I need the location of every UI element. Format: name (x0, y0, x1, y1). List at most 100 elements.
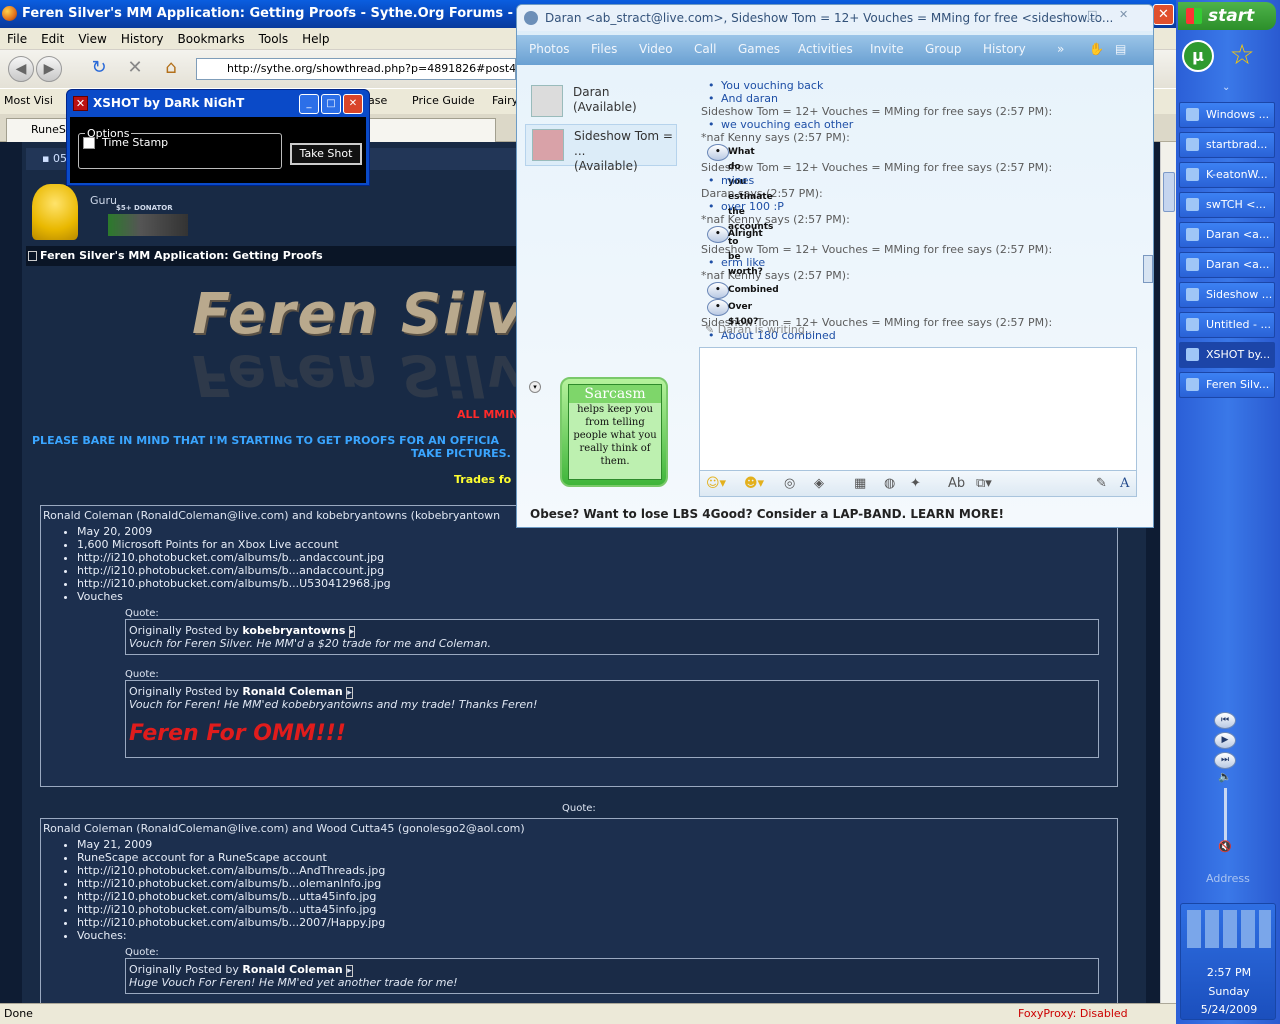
scrollbar-thumb[interactable] (1163, 172, 1175, 212)
start-button[interactable]: start (1178, 2, 1276, 30)
image-link[interactable]: http://i210.photobucket.com/albums/b...u… (77, 890, 1117, 903)
menu-call[interactable]: Call (694, 42, 716, 56)
quote-author[interactable]: Ronald Coleman (242, 963, 342, 976)
utorrent-icon[interactable]: µ (1182, 40, 1214, 72)
nudge-icon[interactable]: ◈ (814, 476, 824, 491)
collapse-icon[interactable]: ▾ (529, 381, 541, 393)
activity-icon[interactable]: ✋ (1089, 42, 1104, 56)
send-files-icon[interactable]: ⧉▾ (976, 476, 992, 491)
backgrounds-icon[interactable]: ▦ (854, 476, 866, 491)
menu-history[interactable]: History (983, 42, 1026, 56)
image-link[interactable]: http://i210.photobucket.com/albums/b...a… (77, 564, 1117, 577)
contact-name: Sideshow Tom = ... (574, 129, 673, 158)
taskbar-button[interactable]: Sideshow ... (1179, 282, 1275, 308)
message-input[interactable] (699, 347, 1137, 471)
trades-heading: Trades fo (454, 473, 512, 486)
menu-video[interactable]: Video (639, 42, 673, 56)
menu-group[interactable]: Group (925, 42, 962, 56)
scrollbar-thumb[interactable] (1143, 255, 1153, 283)
close-window-button[interactable]: ✕ (1153, 4, 1174, 25)
taskbar-button[interactable]: XSHOT by... (1179, 342, 1275, 368)
conversation-scrollbar[interactable] (1143, 85, 1153, 315)
chevron-down-icon[interactable]: ⌄ (1222, 82, 1230, 93)
forward-button[interactable]: ▶ (36, 56, 62, 82)
mute-icon[interactable]: 🔇 (1218, 840, 1232, 853)
menu-photos[interactable]: Photos (529, 42, 569, 56)
next-track-button[interactable]: ⏭ (1214, 752, 1236, 769)
message-text: And daran (701, 92, 1145, 105)
taskbar-button[interactable]: Daran <a... (1179, 252, 1275, 278)
maximize-button[interactable]: □ (1087, 8, 1097, 21)
image-link[interactable]: http://i210.photobucket.com/albums/b...u… (77, 903, 1117, 916)
bookmark-release[interactable]: ase (368, 94, 387, 107)
games-icon[interactable]: ✦ (910, 476, 921, 491)
menu-games[interactable]: Games (738, 42, 780, 56)
close-button[interactable]: ✕ (343, 94, 363, 114)
wink-icon[interactable]: ☻▾ (744, 476, 764, 491)
timestamp-checkbox[interactable] (83, 137, 95, 149)
minimize-button[interactable]: _ (299, 94, 319, 114)
image-link[interactable]: http://i210.photobucket.com/albums/b...U… (77, 577, 1117, 590)
back-button[interactable]: ◀ (8, 56, 34, 82)
menu-files[interactable]: Files (591, 42, 617, 56)
foxyproxy-status[interactable]: FoxyProxy: Disabled (1018, 1004, 1128, 1023)
spellcheck-icon[interactable]: Ab (948, 476, 965, 491)
menu-history[interactable]: History (114, 28, 171, 50)
taskbar-button[interactable]: swTCH <... (1179, 192, 1275, 218)
quote-author[interactable]: kobebryantowns (242, 624, 345, 637)
close-button[interactable]: ✕ (1119, 8, 1128, 21)
bookmark-most-visited[interactable]: Most Visi (4, 94, 53, 107)
menu-help[interactable]: Help (295, 28, 336, 50)
menu-invite[interactable]: Invite (870, 42, 904, 56)
options-icon[interactable]: ▤ (1115, 42, 1126, 56)
voice-clip-icon[interactable]: ◎ (784, 476, 795, 491)
home-icon[interactable]: ⌂ (158, 56, 184, 82)
maximize-button[interactable]: □ (321, 94, 341, 114)
taskbar-button-label: Windows ... (1206, 108, 1270, 121)
taskbar-button[interactable]: Daran <a... (1179, 222, 1275, 248)
menu-activities[interactable]: Activities (798, 42, 853, 56)
tray-icons[interactable] (1187, 910, 1271, 948)
minimize-button[interactable]: — (1061, 8, 1072, 21)
taskbar-button[interactable]: Feren Silv... (1179, 372, 1275, 398)
reload-icon[interactable]: ↻ (86, 56, 112, 82)
taskbar-button[interactable]: startbrad... (1179, 132, 1275, 158)
address-label[interactable]: Address (1206, 872, 1250, 885)
taskbar-button[interactable]: K-eatonW... (1179, 162, 1275, 188)
menu-tools[interactable]: Tools (252, 28, 296, 50)
sound-icon[interactable]: ◍ (884, 476, 895, 491)
contact-daran[interactable]: Daran (Available) (525, 81, 677, 123)
font-icon[interactable]: A (1120, 476, 1129, 491)
previous-track-button[interactable]: ⏮ (1214, 712, 1236, 729)
advertisement-link[interactable]: Obese? Want to lose LBS 4Good? Consider … (530, 507, 1004, 521)
stop-icon[interactable]: ✕ (122, 56, 148, 82)
contact-sideshow-tom[interactable]: Sideshow Tom = ... (Available) (525, 124, 677, 173)
aim-icon[interactable]: ☆ (1226, 40, 1258, 72)
bookmark-price-guide[interactable]: Price Guide (412, 94, 475, 107)
more-menu-icon[interactable]: » (1057, 42, 1064, 56)
take-shot-button[interactable]: Take Shot (290, 143, 362, 165)
volume-slider[interactable] (1224, 788, 1227, 848)
taskbar-button[interactable]: Untitled - ... (1179, 312, 1275, 338)
emoticon-icon[interactable]: ☺▾ (706, 476, 726, 491)
volume-icon[interactable]: 🔈 (1218, 770, 1232, 783)
taskbar-button[interactable]: Windows ... (1179, 102, 1275, 128)
play-button[interactable]: ▶ (1214, 732, 1236, 749)
menu-bookmarks[interactable]: Bookmarks (171, 28, 252, 50)
image-link[interactable]: http://i210.photobucket.com/albums/b...2… (77, 916, 1117, 929)
quote-author[interactable]: Ronald Coleman (242, 685, 342, 698)
menu-view[interactable]: View (71, 28, 113, 50)
menu-edit[interactable]: Edit (34, 28, 71, 50)
url-bar[interactable]: http://sythe.org/showthread.php?p=489182… (196, 58, 516, 80)
bookmark-fairy[interactable]: Fairy (492, 94, 518, 107)
page-scrollbar[interactable] (1160, 142, 1176, 1003)
image-link[interactable]: http://i210.photobucket.com/albums/b...A… (77, 864, 1117, 877)
image-link[interactable]: http://i210.photobucket.com/albums/b...a… (77, 551, 1117, 564)
clock-time[interactable]: 2:57 PM (1181, 966, 1277, 979)
trade-block-2: Ronald Coleman (RonaldColeman@live.com) … (40, 818, 1118, 1003)
image-link[interactable]: http://i210.photobucket.com/albums/b...o… (77, 877, 1117, 890)
display-picture[interactable]: Sarcasm helps keep you from telling peop… (560, 377, 668, 487)
menu-file[interactable]: File (0, 28, 34, 50)
messenger-titlebar[interactable]: Daran <ab_stract@live.com>, Sideshow Tom… (517, 5, 1153, 31)
handwriting-icon[interactable]: ✎ (1096, 476, 1107, 491)
